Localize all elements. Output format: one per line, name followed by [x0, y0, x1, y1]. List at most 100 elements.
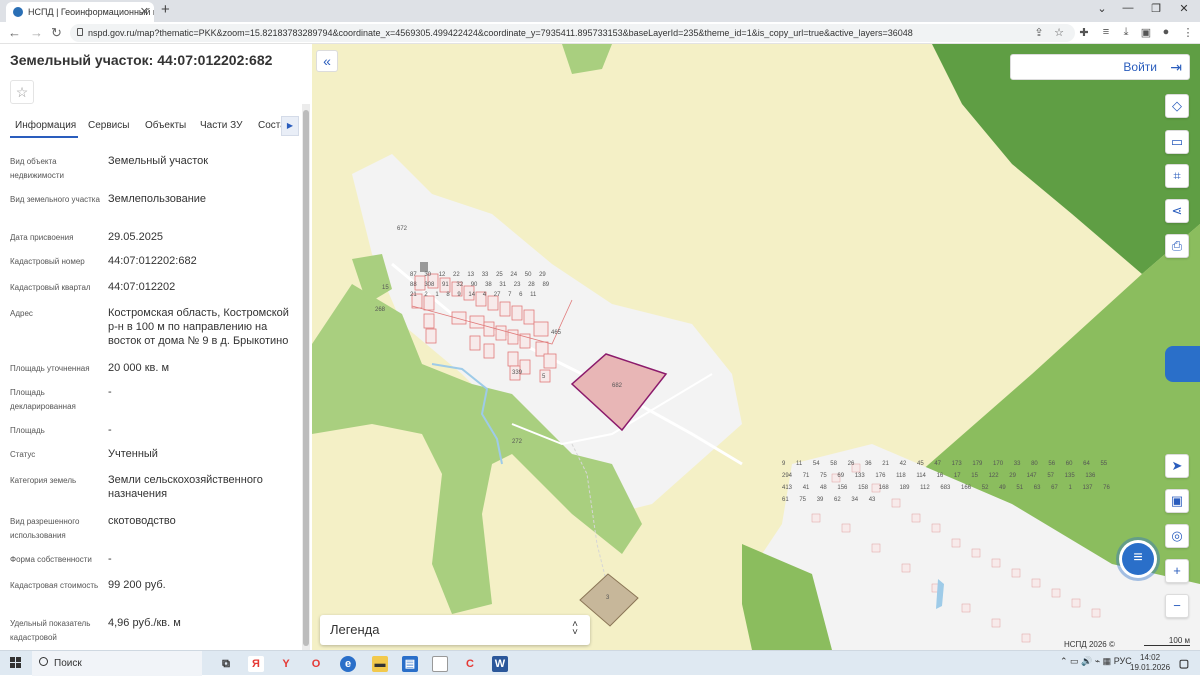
task-view-icon[interactable]: ⧉ — [218, 656, 234, 672]
row-label: Удельный показатель кадастровой — [10, 619, 91, 642]
forward-button[interactable]: → — [30, 25, 43, 40]
tab-info[interactable]: Информация — [15, 120, 76, 131]
parcel-number: 91 — [442, 282, 457, 288]
tab-objects[interactable]: Объекты — [145, 120, 186, 131]
parcel-number: 170 — [993, 461, 1014, 467]
sort-icon: ˄ ˅ — [572, 619, 578, 638]
row-value: 99 200 руб. — [108, 579, 166, 591]
share-icon[interactable]: ⋖ — [1165, 199, 1189, 223]
row-value: 44:07:012202 — [108, 281, 176, 293]
row-label: Кадастровый квартал — [10, 283, 91, 292]
parcel-number: 60 — [1065, 461, 1084, 467]
taskbar-search[interactable]: Поиск — [32, 651, 202, 676]
remote-desktop-icon[interactable]: ▤ — [402, 656, 418, 672]
row-value: - — [108, 553, 112, 565]
extensions-icon[interactable]: ✚ — [1076, 26, 1092, 39]
new-tab-button[interactable]: + — [161, 1, 170, 18]
parcel-number: 13 — [467, 272, 482, 278]
parcel-number: 179 — [972, 461, 994, 467]
profile-icon[interactable]: ● — [1158, 26, 1174, 38]
minimize-button[interactable]: — — [1118, 2, 1138, 14]
tab-services[interactable]: Сервисы — [88, 120, 129, 131]
parcel-number: 29 — [539, 272, 546, 278]
chat-icon[interactable]: ≡ — [1122, 543, 1154, 575]
row-label: Кадастровая стоимость — [10, 581, 99, 590]
browser-address-bar: ← → ↻ nspd.gov.ru/map?thematic=PKK&zoom=… — [0, 22, 1200, 44]
parcel-number: 34 — [851, 497, 869, 503]
parcel-label: 339 — [512, 370, 523, 376]
bookmark-star-icon[interactable]: ☆ — [1051, 26, 1067, 39]
edge-icon[interactable]: e — [340, 656, 356, 672]
back-button[interactable]: ← — [8, 25, 21, 40]
parcel-number: 413 — [782, 485, 803, 491]
menu-icon[interactable]: ≡ — [1098, 26, 1114, 38]
reload-button[interactable]: ↻ — [51, 25, 62, 41]
tab-parts[interactable]: Части ЗУ — [200, 120, 242, 131]
word-icon[interactable]: W — [492, 656, 508, 672]
parcel-number: 89 — [542, 282, 550, 288]
parcel-number: 49 — [999, 485, 1017, 491]
layers-icon[interactable]: ◇ — [1165, 94, 1189, 118]
parcel-number: 67 — [1051, 485, 1069, 491]
row-value: - — [108, 424, 112, 436]
row-label: Площадь декларированная — [10, 388, 76, 411]
clock-time: 14:02 — [1140, 653, 1161, 662]
parcel-number: 158 — [858, 485, 879, 491]
yandex-icon[interactable]: Я — [248, 656, 264, 672]
row-label: Вид земельного участка — [10, 195, 100, 204]
ruler-icon[interactable]: ▭ — [1165, 130, 1189, 154]
opera-icon[interactable]: O — [308, 656, 324, 672]
parcel-number: 45 — [916, 461, 935, 467]
parcel-number: 52 — [981, 485, 1000, 491]
close-window-button[interactable]: ✕ — [1174, 2, 1194, 15]
cadastral-map[interactable]: 672 268 15 272 682 3 465 5 339 87 30 12 … — [312, 44, 1200, 650]
yandex-browser-icon[interactable]: Y — [278, 656, 294, 672]
browser-tab[interactable]: НСПД | Геоинформационный п ✕ — [6, 2, 154, 22]
download-icon[interactable]: ⤓ — [1118, 26, 1134, 39]
maximize-button[interactable]: ❐ — [1146, 2, 1166, 15]
parcel-number: 50 — [524, 272, 540, 278]
legend-dropdown[interactable]: Легенда ˄ ˅ — [320, 615, 590, 645]
sidepanel-icon[interactable]: ▣ — [1138, 26, 1154, 39]
minimap-icon[interactable]: ▣ — [1165, 489, 1189, 513]
tabs-scroll-right-icon[interactable]: ▶ — [281, 116, 299, 136]
favorite-star-icon[interactable]: ☆ — [10, 80, 34, 104]
parcel-number: 168 — [878, 485, 900, 491]
url-field[interactable]: nspd.gov.ru/map?thematic=PKK&zoom=15.821… — [70, 24, 1075, 42]
system-tray[interactable]: ⌃ ▭ 🔊 ⌁ ▦ РУС — [1060, 656, 1132, 667]
parcel-number: 2 — [424, 292, 436, 298]
parcel-number: 33 — [481, 272, 497, 278]
panel-scrollbar-thumb[interactable] — [303, 110, 309, 646]
tray-icons[interactable]: ⌃ ▭ 🔊 ⌁ ▦ — [1060, 656, 1114, 666]
share-icon[interactable]: ⇪ — [1031, 26, 1047, 39]
chrome-icon[interactable]: C — [462, 656, 478, 672]
row-value: Учтенный — [108, 448, 158, 460]
notifications-icon[interactable]: ▢ — [1176, 656, 1192, 672]
navigate-icon[interactable]: ➤ — [1165, 454, 1189, 478]
zoom-in-button[interactable]: + — [1165, 559, 1189, 583]
selected-parcel-label: 682 — [612, 383, 623, 389]
map-attribution: НСПД 2026 © — [1064, 640, 1115, 649]
geolocation-icon[interactable]: ◎ — [1165, 524, 1189, 548]
login-button[interactable]: Войти ⇥ — [1010, 54, 1190, 80]
taskbar-clock[interactable]: 14:02 19.01.2026 — [1130, 653, 1170, 673]
parcel-number: 17 — [953, 473, 972, 479]
zoom-out-button[interactable]: − — [1165, 594, 1189, 618]
parcel-number: 55 — [1100, 461, 1108, 467]
close-tab-icon[interactable]: ✕ — [140, 5, 149, 18]
more-menu-icon[interactable]: ⋮ — [1180, 26, 1196, 39]
notepad-icon[interactable] — [432, 656, 448, 672]
assistant-icon[interactable] — [1165, 346, 1200, 382]
search-icon — [39, 657, 48, 666]
select-area-icon[interactable]: ⌗ — [1165, 164, 1189, 188]
collapse-panel-button[interactable]: « — [316, 50, 338, 72]
chevron-down-icon[interactable]: ⌄ — [1092, 2, 1112, 15]
input-language[interactable]: РУС — [1114, 656, 1132, 666]
file-explorer-icon[interactable]: ▬ — [372, 656, 388, 672]
parcel-number: 33 — [1013, 461, 1032, 467]
parcel-number: 63 — [1033, 485, 1052, 491]
print-icon[interactable]: ⎙ — [1165, 234, 1189, 258]
parcel-number: 75 — [820, 473, 838, 479]
windows-start-icon[interactable] — [10, 657, 22, 669]
parcel-number: 25 — [496, 272, 511, 278]
